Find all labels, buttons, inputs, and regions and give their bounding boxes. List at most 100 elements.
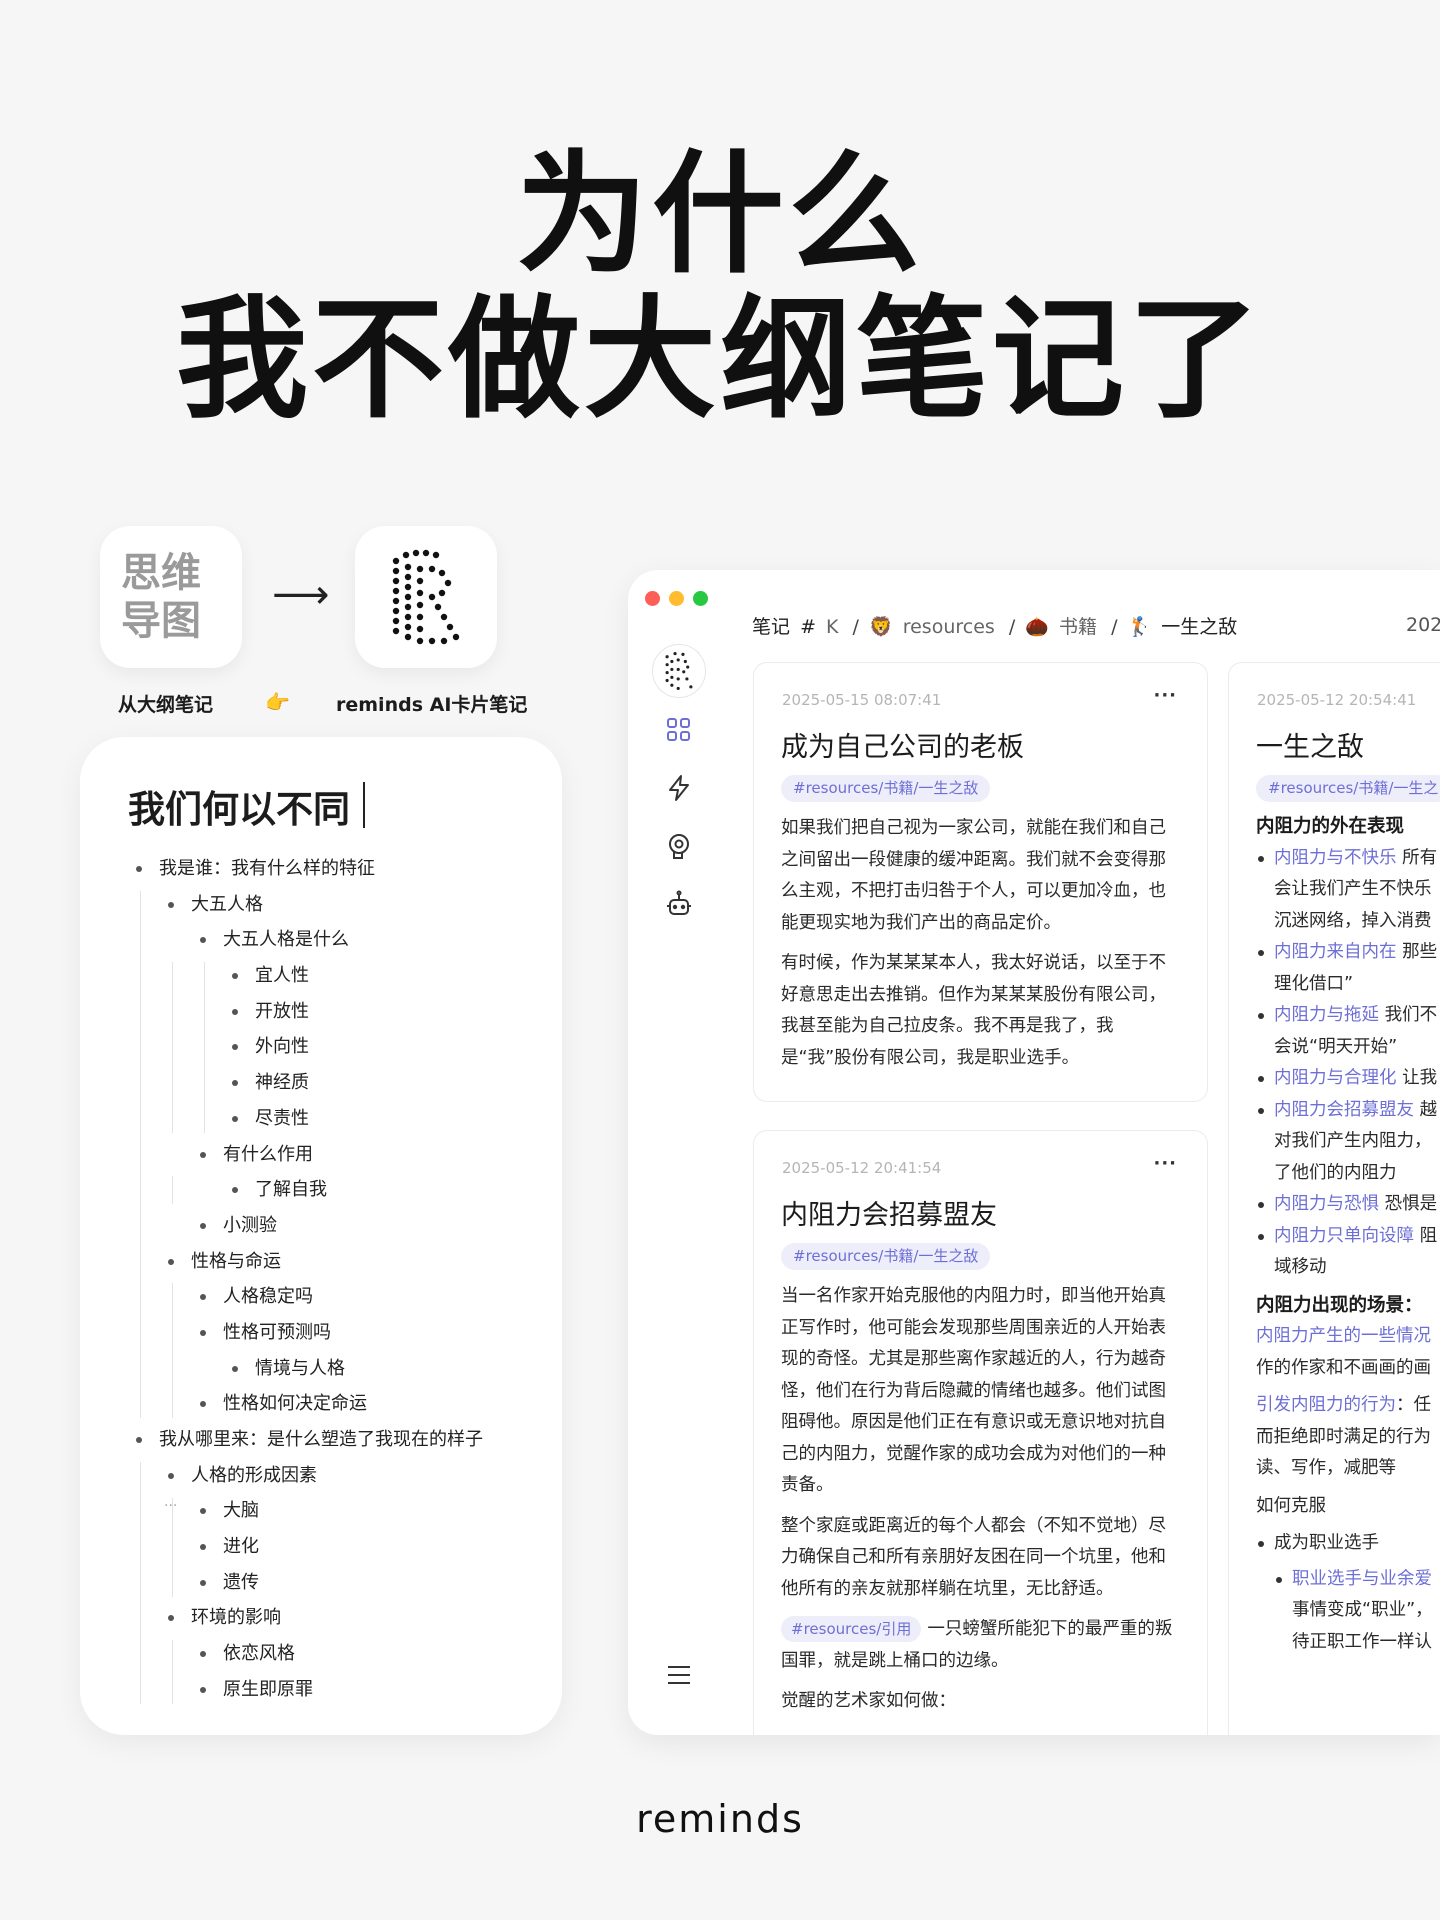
outline-item[interactable]: 人格的形成因素 xyxy=(80,1458,562,1494)
outline-list: 我是谁：我有什么样的特征 大五人格 大五人格是什么 宜人性 开放性 外向性神经质尽责性 有什… xyxy=(80,851,562,1708)
outline-item[interactable]: 大五人格 xyxy=(80,887,562,923)
bullet-icon[interactable] xyxy=(232,1365,238,1372)
bullet-icon[interactable] xyxy=(200,1401,206,1408)
more-options-button[interactable]: ··· xyxy=(1153,685,1177,706)
outline-item[interactable]: 遗传 xyxy=(80,1565,562,1601)
bullet-icon[interactable] xyxy=(168,901,174,908)
backlink[interactable]: 内阻力与不快乐 xyxy=(1274,848,1397,868)
note-tag[interactable]: #resources/书籍/一生之敌 xyxy=(781,1243,991,1270)
backlink[interactable]: 内阻力与合理化 xyxy=(1274,1068,1397,1088)
outline-item[interactable]: 开放性 xyxy=(80,994,562,1030)
menu-icon[interactable] xyxy=(664,1660,694,1690)
rail-logo-avatar[interactable] xyxy=(652,644,706,698)
breadcrumb-root[interactable]: 笔记 xyxy=(752,616,790,638)
inline-tag[interactable]: #resources/引用 xyxy=(781,1616,922,1642)
outline-item[interactable]: 性格可预测吗 xyxy=(80,1315,562,1351)
body-text: ：任 xyxy=(1396,1395,1431,1415)
outline-item[interactable]: 尽责性 xyxy=(80,1101,562,1137)
bullet-icon[interactable] xyxy=(232,1187,238,1194)
bullet-icon[interactable] xyxy=(200,1222,206,1229)
outline-item[interactable]: 情境与人格 xyxy=(80,1351,562,1387)
outline-item[interactable]: 大脑 xyxy=(80,1493,562,1529)
window-close-button[interactable] xyxy=(645,591,660,606)
bullet-icon[interactable] xyxy=(232,1115,238,1122)
bolt-icon[interactable] xyxy=(664,773,694,803)
bullet-text: 阻 xyxy=(1414,1225,1438,1246)
backlink[interactable]: 职业选手与业余爱 xyxy=(1292,1569,1432,1589)
outline-item[interactable]: 性格与命运 xyxy=(80,1244,562,1280)
more-options-button[interactable]: ··· xyxy=(1153,1153,1177,1174)
outline-item-text: 神经质 xyxy=(255,1072,309,1094)
outline-item-text: 性格如何决定命运 xyxy=(223,1393,367,1415)
bullet-icon[interactable] xyxy=(232,1044,238,1051)
body-line: 作的作家和不画画的画 xyxy=(1256,1357,1431,1378)
bullet-icon[interactable] xyxy=(200,937,206,944)
bullet-icon[interactable] xyxy=(232,1080,238,1087)
outline-item[interactable]: 进化 xyxy=(80,1529,562,1565)
note-tag[interactable]: #resources/书籍/一生之 xyxy=(1256,775,1440,802)
bullet-icon[interactable] xyxy=(232,1008,238,1015)
bullet-icon[interactable] xyxy=(200,1329,206,1336)
outline-title[interactable]: 我们何以不同 xyxy=(128,779,350,833)
note-paragraph: 当一名作家开始克服他的内阻力时，即当他开始真正写作时，他可能会发现那些周围亲近的… xyxy=(781,1286,1166,1495)
bullet-icon[interactable] xyxy=(200,1686,206,1693)
backlink[interactable]: 内阻力会招募盟友 xyxy=(1274,1100,1414,1120)
backlink[interactable]: 内阻力只单向设障 xyxy=(1274,1226,1414,1246)
outline-item[interactable]: 了解自我 xyxy=(80,1172,562,1208)
breadcrumb-current[interactable]: 一生之敌 xyxy=(1161,616,1237,638)
mindmap-icon-text-1: 思维 xyxy=(121,550,201,596)
breadcrumb-hash[interactable]: # xyxy=(800,616,816,638)
bullet-icon[interactable] xyxy=(232,973,238,980)
bullet-icon[interactable] xyxy=(136,1437,142,1443)
outline-item[interactable]: 外向性 xyxy=(80,1029,562,1065)
note-tag[interactable]: #resources/书籍/一生之敌 xyxy=(781,775,991,802)
note-card[interactable]: 2025-05-15 08:07:41 ··· 成为自己公司的老板 #resou… xyxy=(753,662,1208,1102)
outline-item[interactable]: 我是谁：我有什么样的特征 xyxy=(80,851,562,887)
collapse-dots-icon[interactable]: ··· xyxy=(164,1498,177,1514)
outline-item[interactable]: 人格稳定吗 xyxy=(80,1279,562,1315)
breadcrumb: 笔记 # K / 🦁 resources / 🌰 书籍 / 🏌 一生之敌 xyxy=(752,616,1238,638)
outline-item-text: 人格的形成因素 xyxy=(191,1464,317,1486)
outline-note-card: 我们何以不同 我是谁：我有什么样的特征 大五人格 大五人格是什么 宜人性 开放性 外向性神… xyxy=(80,737,562,1735)
note-card[interactable]: 2025-05-12 20:41:54 ··· 内阻力会招募盟友 #resour… xyxy=(753,1130,1208,1735)
bullet-text: 让我 xyxy=(1396,1068,1438,1088)
brain-icon[interactable] xyxy=(664,831,694,861)
outline-item[interactable]: 有什么作用 xyxy=(80,1137,562,1173)
backlink[interactable]: 内阻力与恐惧 xyxy=(1274,1194,1379,1214)
breadcrumb-k[interactable]: K xyxy=(826,616,838,638)
backlink[interactable]: 内阻力产生的一些情况 xyxy=(1256,1321,1440,1353)
outline-item[interactable]: 依恋风格 xyxy=(80,1636,562,1672)
note-timestamp: 2025-05-12 20:41:54 xyxy=(782,1159,942,1177)
note-card[interactable]: 2025-05-12 20:54:41 一生之敌 #resources/书籍/一… xyxy=(1228,662,1440,1735)
outline-item[interactable]: 性格如何决定命运 xyxy=(80,1386,562,1422)
window-minimize-button[interactable] xyxy=(669,591,684,606)
window-zoom-button[interactable] xyxy=(693,591,708,606)
breadcrumb-books[interactable]: 书籍 xyxy=(1059,616,1097,638)
robot-icon[interactable] xyxy=(664,889,694,919)
outline-item[interactable]: 我从哪里来：是什么塑造了我现在的样子 xyxy=(80,1422,562,1458)
backlink[interactable]: 内阻力来自内在 xyxy=(1274,942,1397,962)
outline-item[interactable]: 宜人性 xyxy=(80,958,562,994)
outline-item[interactable]: 大五人格是什么 xyxy=(80,922,562,958)
bullet-continuation: 了他们的内阻力 xyxy=(1274,1162,1397,1183)
outline-item[interactable]: 神经质 xyxy=(80,1065,562,1101)
bullet-icon[interactable] xyxy=(136,866,142,872)
text-caret xyxy=(363,782,365,828)
bullet-icon[interactable] xyxy=(200,1508,206,1515)
bullet-icon[interactable] xyxy=(200,1579,206,1586)
outline-item[interactable]: 小测验 xyxy=(80,1208,562,1244)
backlink[interactable]: 引发内阻力的行为 xyxy=(1256,1395,1396,1415)
backlink[interactable]: 内阻力与拖延 xyxy=(1274,1005,1379,1025)
bullet-icon[interactable] xyxy=(168,1258,174,1265)
bullet-icon[interactable] xyxy=(200,1151,206,1158)
bullet-icon[interactable] xyxy=(168,1472,174,1479)
bullet-icon[interactable] xyxy=(200,1544,206,1551)
mindmap-app-icon: 思维 导图 xyxy=(100,526,242,668)
grid-icon[interactable] xyxy=(664,715,694,745)
outline-item[interactable]: 原生即原罪 xyxy=(80,1672,562,1708)
bullet-icon[interactable] xyxy=(200,1294,206,1301)
bullet-icon[interactable] xyxy=(200,1651,206,1658)
breadcrumb-resources[interactable]: resources xyxy=(903,616,995,638)
bullet-icon[interactable] xyxy=(168,1615,174,1622)
outline-item[interactable]: 环境的影响 xyxy=(80,1600,562,1636)
